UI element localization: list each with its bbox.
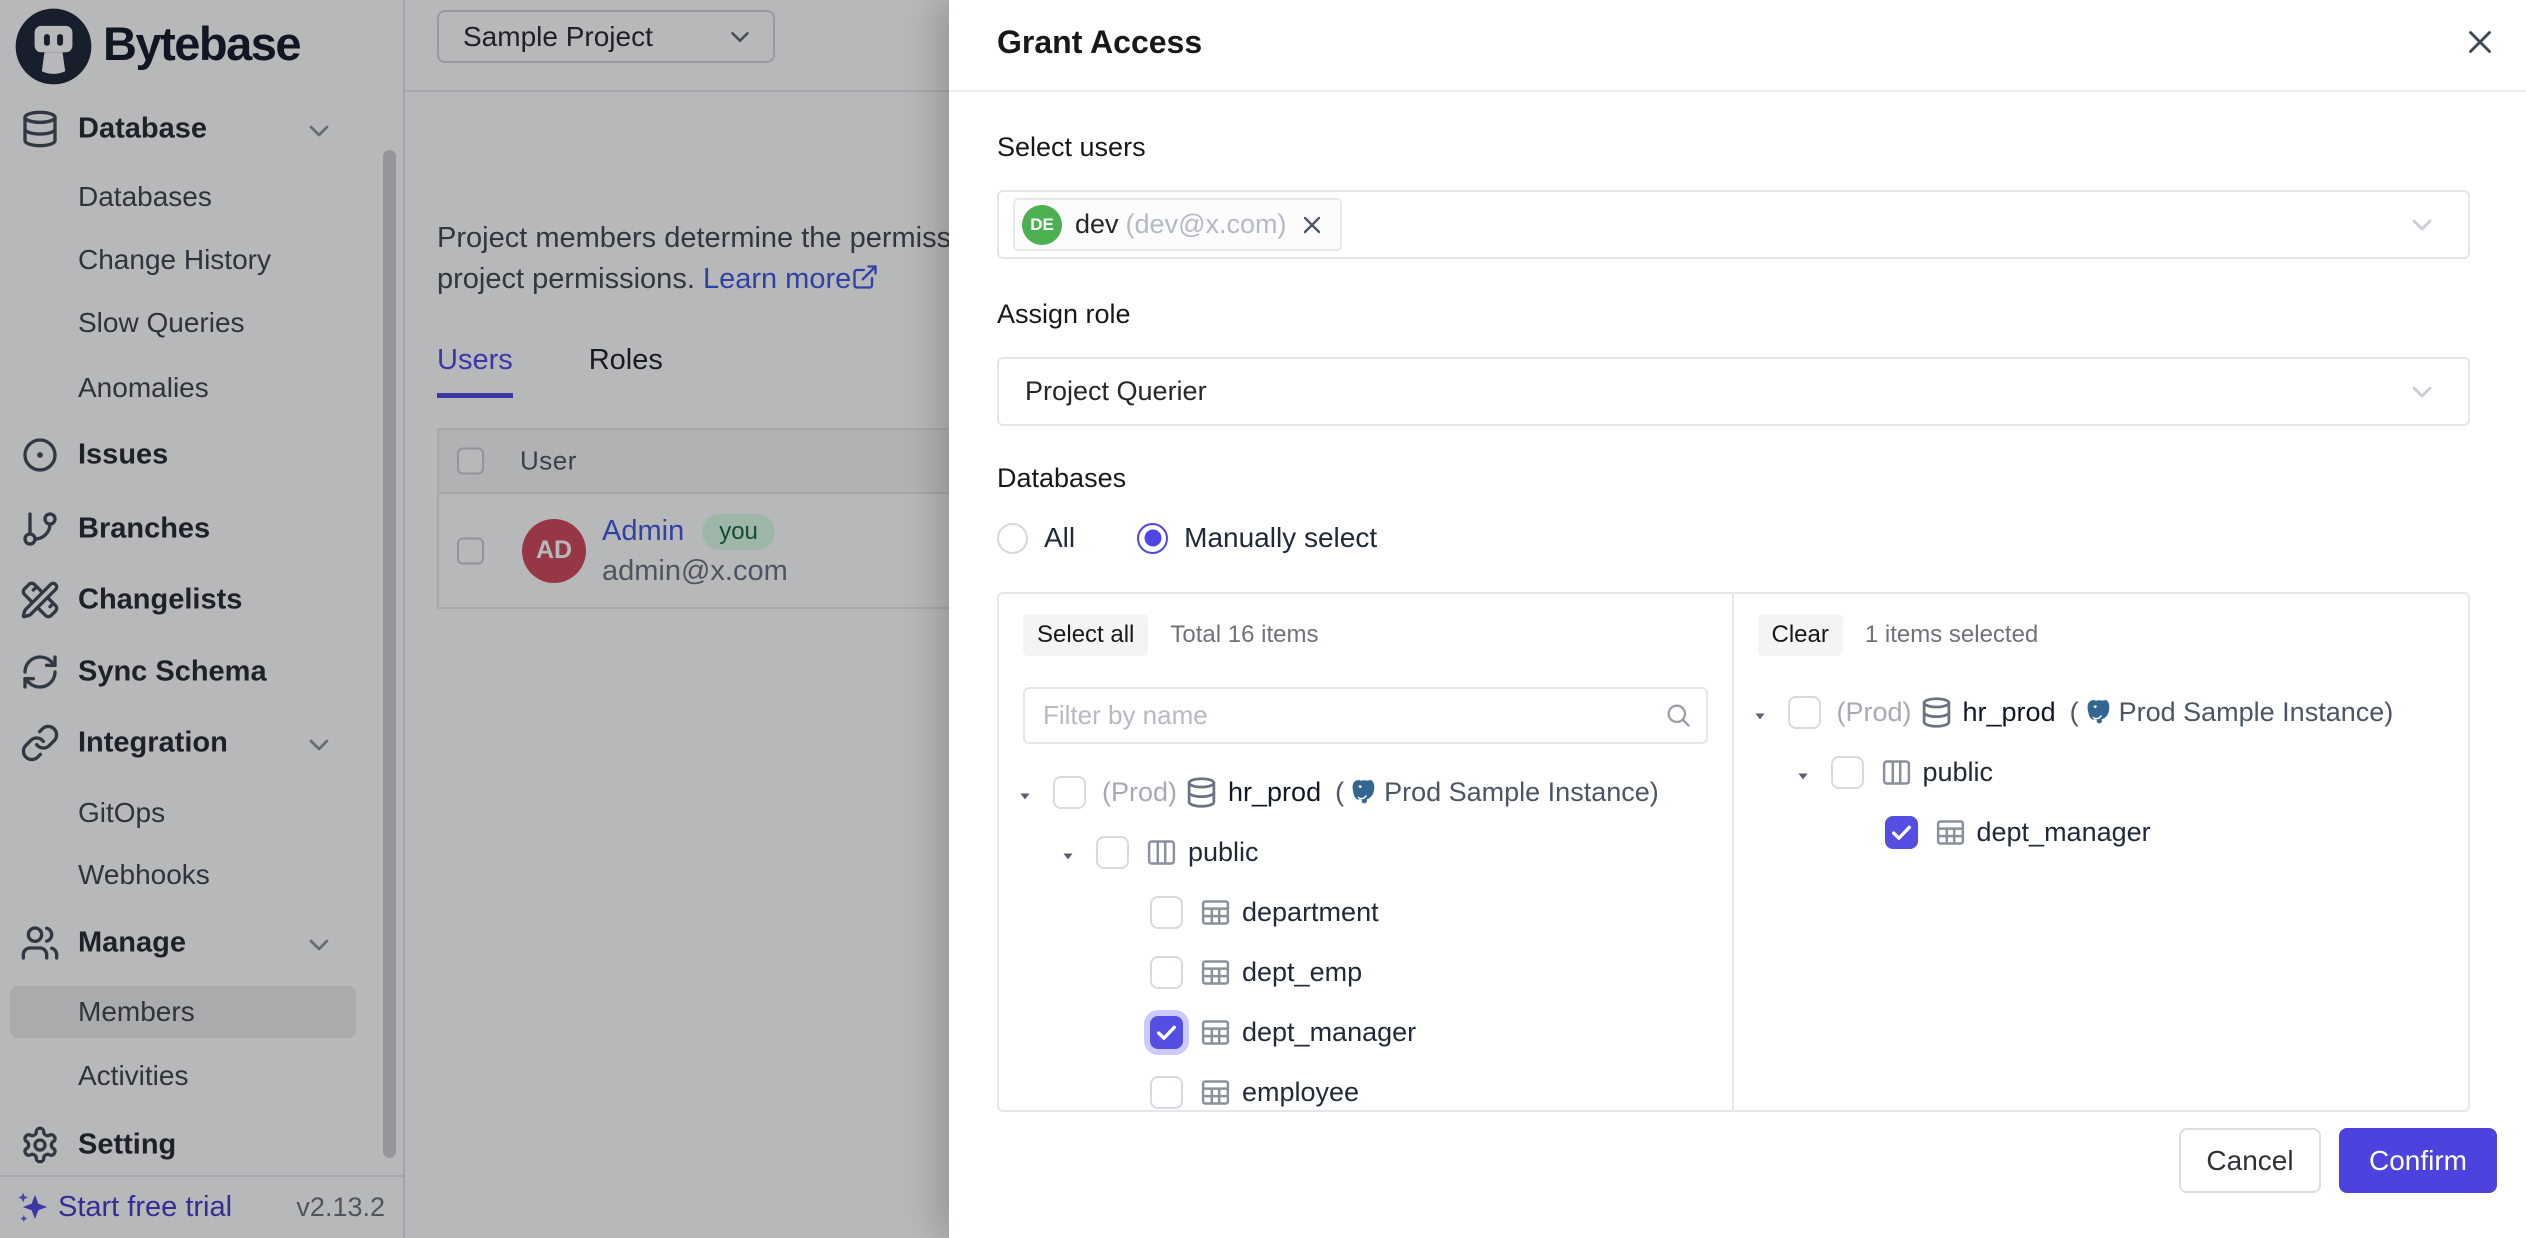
selected-tree: (Prod) hr_prod ( Prod Sample Instance) pu… [1734,682,2469,1110]
modal-header: Grant Access [949,0,2526,92]
filter-input[interactable] [1023,687,1708,744]
total-items-label: Total 16 items [1170,621,1318,649]
instance-name: Prod Sample Instance) [1384,777,1659,808]
schema-icon [1880,756,1913,789]
table-name: dept_manager [1242,1017,1416,1048]
environment-label: (Prod) [1837,697,1912,728]
table-name: employee [1242,1077,1359,1108]
caret-down-icon[interactable] [1793,762,1813,782]
instance-name: Prod Sample Instance) [2119,697,2394,728]
tree-row-table[interactable]: employee [999,1062,1732,1110]
tree-row-table[interactable]: department [999,882,1732,942]
database-name: hr_prod [1228,777,1321,808]
table-name: dept_emp [1242,957,1362,988]
caret-down-icon[interactable] [1015,782,1035,802]
schema-name: public [1188,837,1259,868]
tree-checkbox-checked[interactable] [1150,1016,1183,1049]
cancel-button[interactable]: Cancel [2179,1128,2321,1193]
radio-all-label: All [1044,522,1075,554]
database-icon [1920,696,1953,729]
transfer-selected-panel: Clear 1 items selected (Prod) hr_prod (P… [1734,594,2469,1110]
schema-name: public [1923,757,1994,788]
chip-user-email: (dev@x.com) [1126,209,1287,240]
modal-footer: Cancel Confirm [949,1112,2526,1238]
table-icon [1199,956,1232,989]
tree-row-table[interactable]: dept_manager [999,1002,1732,1062]
tree-row-schema[interactable]: public [1734,742,2469,802]
assign-role-value: Project Querier [1025,376,1207,407]
assign-role-select[interactable]: Project Querier [997,357,2470,426]
schema-icon [1145,836,1178,869]
chip-user-name: dev [1075,209,1119,240]
grant-access-modal: Grant Access Select users DE dev (dev@x.… [949,0,2526,1238]
filter-field [1023,687,1708,744]
environment-label: (Prod) [1102,777,1177,808]
clear-button[interactable]: Clear [1758,614,1843,656]
table-icon [1934,816,1967,849]
bytebase-app: Bytebase Database Databases Change Histo… [0,0,2526,1238]
database-tree: (Prod) hr_prod ( Prod Sample Instance) pu… [999,762,1732,1110]
tree-row-instance[interactable]: (Prod) hr_prod ( Prod Sample Instance) [999,762,1732,822]
tree-checkbox[interactable] [1788,696,1821,729]
caret-down-icon[interactable] [1058,842,1078,862]
chevron-down-icon [2406,376,2438,408]
postgresql-icon [1349,777,1379,807]
modal-title: Grant Access [997,24,1202,61]
instance-paren: ( [1335,777,1344,808]
tree-checkbox[interactable] [1150,896,1183,929]
assign-role-label: Assign role [997,299,1131,330]
tree-row-instance[interactable]: (Prod) hr_prod ( Prod Sample Instance) [1734,682,2469,742]
select-all-button[interactable]: Select all [1023,614,1148,656]
remove-user-icon[interactable] [1298,211,1326,239]
select-users-input[interactable]: DE dev (dev@x.com) [997,190,2470,259]
search-icon [1664,701,1692,729]
table-name: department [1242,897,1379,928]
radio-manually-select[interactable] [1137,523,1168,554]
databases-label: Databases [997,463,1126,494]
transfer-source-panel: Select all Total 16 items (Prod) hr_prod… [999,594,1734,1110]
tree-checkbox[interactable] [1053,776,1086,809]
tree-checkbox[interactable] [1150,1076,1183,1109]
database-icon [1185,776,1218,809]
table-name: dept_manager [1977,817,2151,848]
tree-checkbox-checked[interactable] [1885,816,1918,849]
tree-checkbox[interactable] [1831,756,1864,789]
tree-checkbox[interactable] [1150,956,1183,989]
tree-checkbox[interactable] [1096,836,1129,869]
instance-paren: ( [2070,697,2079,728]
select-users-label: Select users [997,132,1146,163]
items-selected-label: 1 items selected [1865,621,2038,649]
postgresql-icon [2084,697,2114,727]
table-icon [1199,1016,1232,1049]
chevron-down-icon [2406,209,2438,241]
tree-row-table[interactable]: dept_manager [1734,802,2469,862]
caret-down-icon[interactable] [1750,702,1770,722]
confirm-button[interactable]: Confirm [2339,1128,2497,1193]
close-icon[interactable] [2458,20,2502,64]
tree-row-schema[interactable]: public [999,822,1732,882]
database-scope-radios: All Manually select [997,522,1377,554]
table-icon [1199,896,1232,929]
radio-all[interactable] [997,523,1028,554]
avatar: DE [1022,205,1062,245]
table-icon [1199,1076,1232,1109]
selected-user-chip: DE dev (dev@x.com) [1013,198,1342,251]
database-name: hr_prod [1963,697,2056,728]
database-transfer: Select all Total 16 items (Prod) hr_prod… [997,592,2470,1112]
radio-manually-select-label: Manually select [1184,522,1377,554]
tree-row-table[interactable]: dept_emp [999,942,1732,1002]
